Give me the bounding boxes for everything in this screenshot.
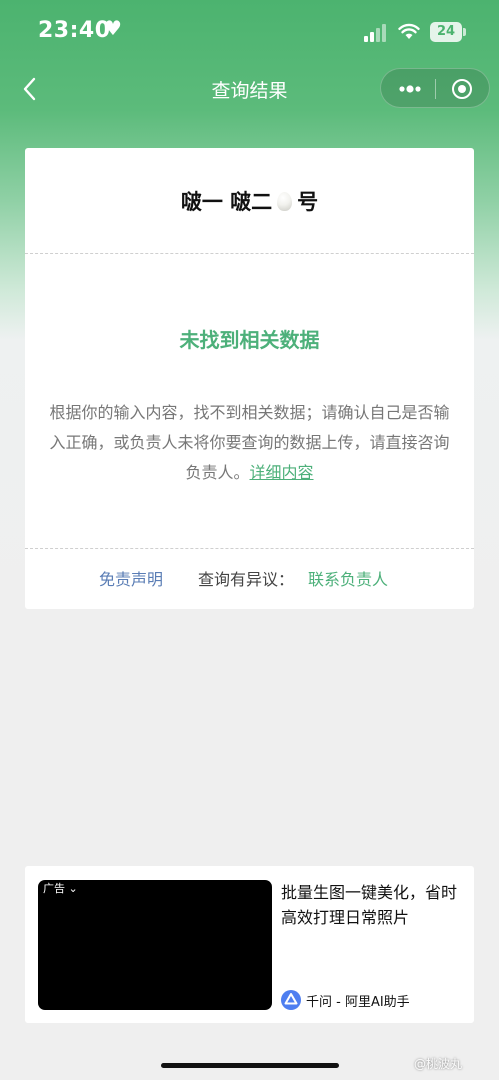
query-title-part1: 啵一 啵二 <box>180 190 273 214</box>
qianwen-logo-icon <box>281 990 301 1010</box>
query-title-part2: 号 <box>297 190 319 214</box>
not-found-description: 根据你的输入内容，找不到相关数据；请确认自己是否输入正确，或负责人未将你要查询的… <box>49 398 450 488</box>
mini-program-capsule <box>380 68 490 108</box>
result-card: 啵一 啵二号 未找到相关数据 根据你的输入内容，找不到相关数据；请确认自己是否输… <box>25 148 474 609</box>
signal-icon <box>364 24 390 42</box>
details-link[interactable]: 详细内容 <box>250 463 314 482</box>
close-mini-program-icon[interactable] <box>451 78 473 100</box>
ad-brand-name: 千问 - 阿里AI助手 <box>306 995 410 1010</box>
battery-tip <box>463 28 466 36</box>
contact-owner-link[interactable]: 联系负责人 <box>308 566 388 590</box>
ad-tag[interactable]: 广告 ⌄ <box>43 880 78 896</box>
heart-icon: ♥ <box>104 16 122 40</box>
ad-text[interactable]: 批量生图一键美化，省时高效打理日常照片 <box>281 880 463 930</box>
objection-label: 查询有异议： <box>198 570 295 589</box>
home-indicator <box>161 1063 339 1068</box>
ad-banner[interactable]: 广告 ⌄ 批量生图一键美化，省时高效打理日常照片 千问 - 阿里AI助手 <box>25 866 474 1023</box>
watermark: @桃波丸 <box>414 1057 463 1071</box>
not-found-heading: 未找到相关数据 <box>179 328 320 352</box>
status-time: 23:40 <box>38 18 111 43</box>
capsule-divider <box>435 79 436 99</box>
dashed-divider <box>25 548 474 549</box>
battery-icon: 24 <box>430 22 462 42</box>
egg-emoji-icon <box>277 192 293 211</box>
ad-tag-label: 广告 <box>43 882 65 895</box>
ad-video[interactable]: 广告 ⌄ <box>38 880 272 1010</box>
more-icon[interactable] <box>397 80 423 98</box>
status-bar: 23:40 ♥ 24 <box>0 0 499 64</box>
card-footer: 免责声明 查询有异议： 联系负责人 <box>25 566 474 592</box>
nav-bar: 查询结果 <box>0 64 499 114</box>
disclaimer-link[interactable]: 免责声明 <box>99 566 163 590</box>
dashed-divider <box>25 253 474 254</box>
query-title: 啵一 啵二号 <box>25 186 474 216</box>
chevron-down-icon: ⌄ <box>68 882 78 895</box>
wifi-icon <box>398 23 420 39</box>
